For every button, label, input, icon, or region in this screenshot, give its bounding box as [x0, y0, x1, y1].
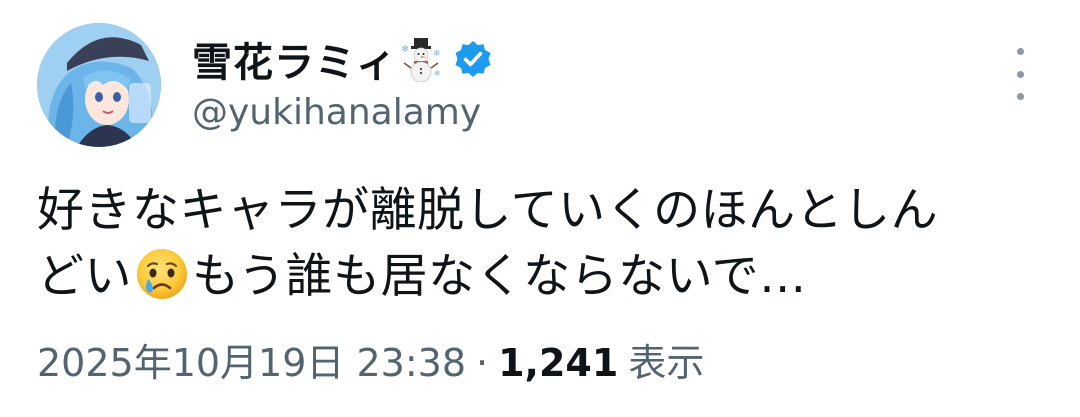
more-vertical-icon[interactable]: [1006, 48, 1034, 100]
crying-face-emoji-icon: [134, 246, 190, 302]
display-name[interactable]: 雪花ラミィ: [192, 30, 397, 88]
tweet-text-line-1: 好きなキャラが離脱していくのほんとしん: [37, 183, 939, 238]
snowman-icon: ❄ ❄ ❄: [401, 36, 443, 83]
avatar-image: [37, 23, 161, 147]
tweet-text-segment: どい: [37, 249, 132, 304]
views-label: 表示: [628, 341, 705, 385]
author-handle[interactable]: @yukihanalamy: [192, 92, 481, 133]
more-dot: [1016, 70, 1024, 78]
tweet-meta: 2025年10月19日 23:38 · 1,241 表示: [37, 332, 704, 387]
verified-badge-icon[interactable]: [453, 39, 493, 79]
avatar[interactable]: [37, 23, 161, 147]
views-count: 1,241: [498, 341, 619, 385]
more-dot: [1016, 48, 1024, 55]
svg-text:❄: ❄: [401, 44, 409, 55]
timestamp[interactable]: 2025年10月19日 23:38: [37, 332, 466, 387]
meta-separator: ·: [476, 341, 489, 385]
more-dot: [1016, 93, 1024, 100]
author-name-row[interactable]: 雪花ラミィ ❄ ❄ ❄: [192, 32, 493, 86]
svg-text:❄: ❄: [433, 49, 441, 59]
svg-text:❄: ❄: [434, 69, 441, 78]
tweet-text: 好きなキャラが離脱していくのほんとしん どい もう誰も居なくならないで…: [37, 178, 1047, 310]
tweet-text-segment: もう誰も居なくならないで…: [192, 249, 807, 304]
tweet-text-line-2: どい もう誰も居なくならないで…: [37, 244, 1047, 310]
